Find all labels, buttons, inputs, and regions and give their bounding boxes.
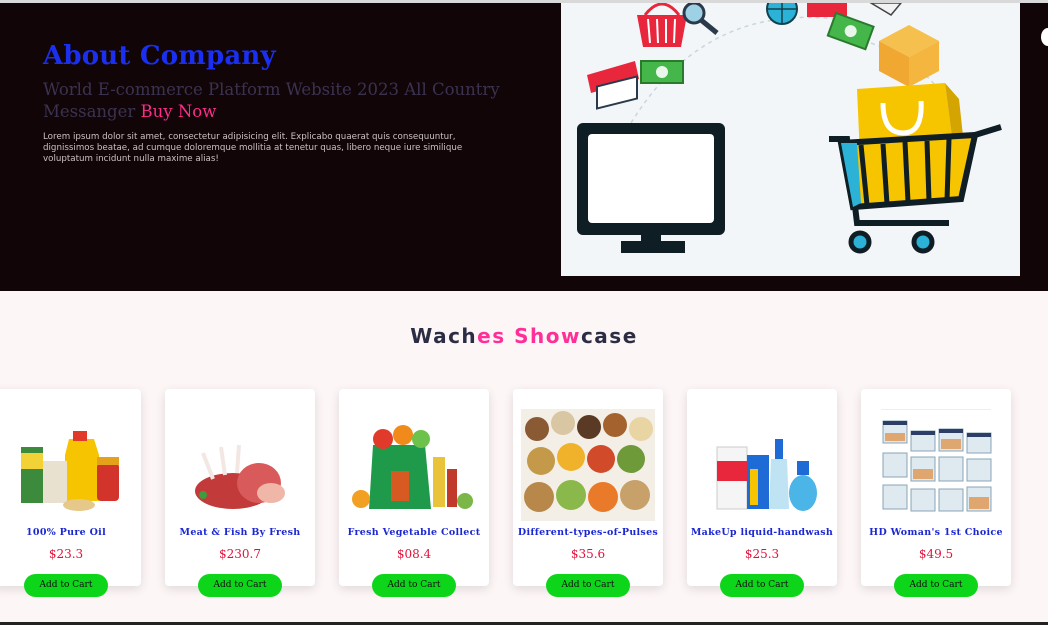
handwash-image bbox=[716, 439, 817, 511]
product-price: $23.3 bbox=[48, 547, 84, 561]
money-icon-2 bbox=[640, 60, 684, 84]
product-price: $35.6 bbox=[570, 547, 606, 561]
product-price: $230.7 bbox=[219, 547, 261, 561]
hero-subtitle: World E-commerce Platform Website 2023 A… bbox=[43, 79, 513, 123]
product-card: 100% Pure Oil $23.3 Add to Cart bbox=[0, 389, 141, 597]
pulses-image bbox=[521, 409, 655, 521]
hero-text-block: About Company World E-commerce Platform … bbox=[43, 41, 513, 165]
showcase-title-part-1: Wach bbox=[410, 324, 478, 348]
product-card: Different-types-of-Pulses $35.6 Add to C… bbox=[513, 389, 663, 597]
product-name: Meat & Fish By Fresh bbox=[179, 527, 301, 538]
cart-icon bbox=[829, 124, 1002, 254]
add-to-cart-button[interactable]: Add to Cart bbox=[198, 574, 282, 597]
hero-paragraph: Lorem ipsum dolor sit amet, consectetur … bbox=[43, 132, 463, 164]
meat-image bbox=[195, 444, 285, 509]
product-price: $49.5 bbox=[918, 547, 954, 561]
product-name: HD Woman's 1st Choice bbox=[869, 527, 1003, 538]
add-to-cart-button[interactable]: Add to Cart bbox=[720, 574, 804, 597]
money-icon bbox=[826, 11, 875, 51]
product-card: Meat & Fish By Fresh $230.7 Add to Cart bbox=[165, 389, 315, 597]
watches-showcase-section: Waches Showcase 100% Pure Oil $23.3 Add … bbox=[0, 291, 1048, 625]
carousel-arrow-button[interactable] bbox=[1041, 28, 1048, 46]
storage-jars-image bbox=[881, 409, 992, 512]
basket-icon bbox=[637, 3, 687, 47]
hero-subtitle-text: World E-commerce Platform Website 2023 A… bbox=[43, 80, 500, 121]
buy-now-link[interactable]: Buy Now bbox=[141, 102, 217, 121]
globe-icon bbox=[766, 3, 798, 25]
product-name: 100% Pure Oil bbox=[26, 527, 106, 538]
product-name: Different-types-of-Pulses bbox=[517, 527, 659, 538]
product-card: HD Woman's 1st Choice $49.5 Add to Cart bbox=[861, 389, 1011, 597]
box-icon bbox=[879, 25, 939, 87]
showcase-title-part-2: es Show bbox=[477, 324, 581, 348]
hero-title: About Company bbox=[43, 41, 276, 71]
product-card: Fresh Vegetable Collect $08.4 Add to Car… bbox=[339, 389, 489, 597]
add-to-cart-button[interactable]: Add to Cart bbox=[546, 574, 630, 597]
showcase-title-part-3: case bbox=[580, 324, 638, 348]
ecommerce-illustration bbox=[561, 3, 1020, 276]
add-to-cart-button[interactable]: Add to Cart bbox=[24, 574, 108, 597]
add-to-cart-button[interactable]: Add to Cart bbox=[894, 574, 978, 597]
magnifier-icon bbox=[682, 3, 719, 35]
product-price: $08.4 bbox=[396, 547, 432, 561]
store-icon bbox=[587, 61, 639, 110]
product-name: MakeUp liquid-handwash bbox=[690, 527, 834, 538]
shopping-cart-illustration-image bbox=[577, 3, 1002, 254]
oil-grocery-image bbox=[21, 431, 119, 511]
showcase-title: Waches Showcase bbox=[0, 324, 1048, 348]
product-name: Fresh Vegetable Collect bbox=[347, 527, 481, 538]
vegetable-bag-image bbox=[352, 425, 473, 509]
monitor-icon bbox=[577, 123, 725, 253]
product-card: MakeUp liquid-handwash $25.3 Add to Cart bbox=[687, 389, 837, 597]
product-price: $25.3 bbox=[744, 547, 780, 561]
paper-plane-icon bbox=[869, 3, 902, 16]
add-to-cart-button[interactable]: Add to Cart bbox=[372, 574, 456, 597]
